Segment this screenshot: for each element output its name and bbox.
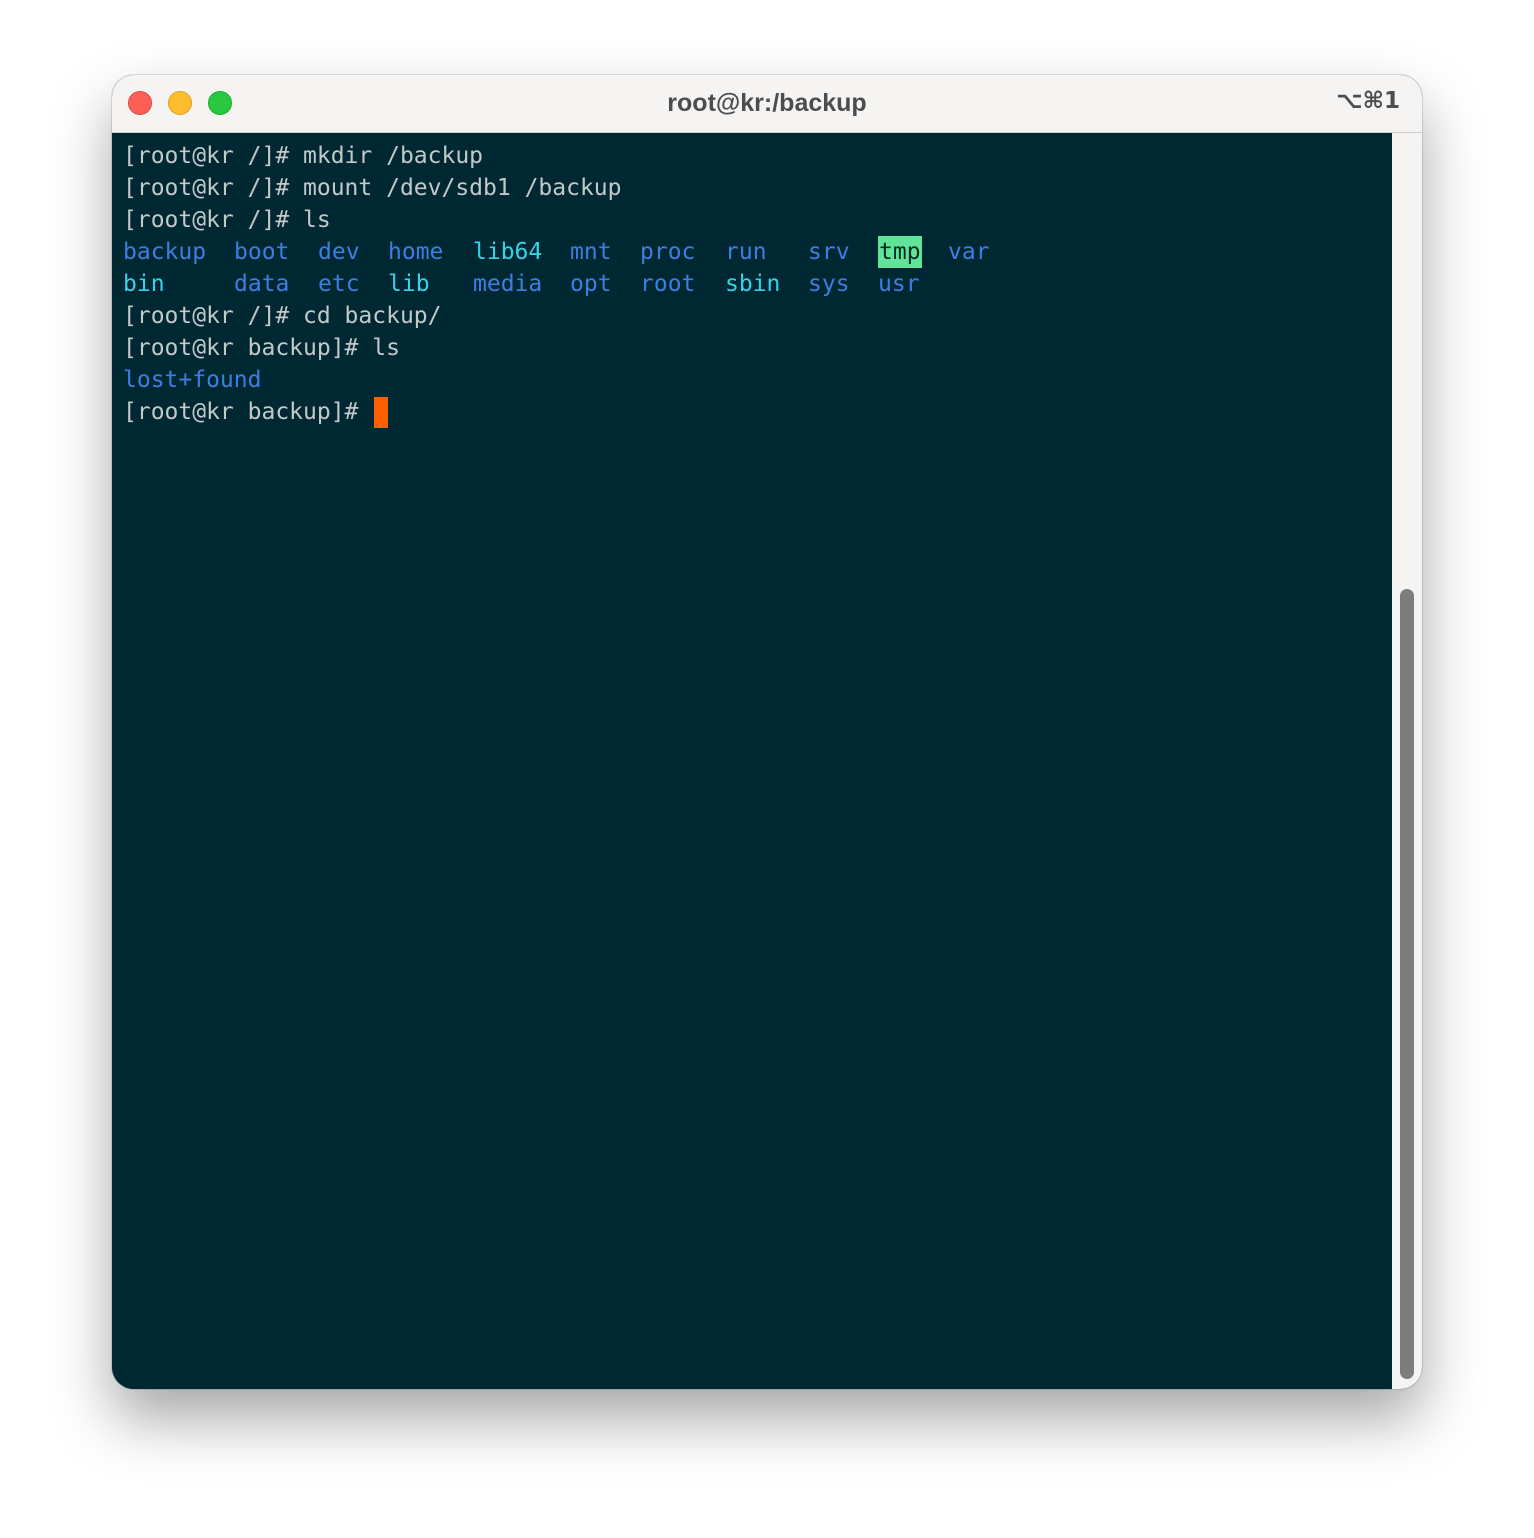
ls-entry: home: [388, 239, 444, 265]
ls-entry: sys: [808, 271, 850, 297]
ls-entry: proc: [640, 239, 696, 265]
terminal-line: [root@kr /]# mount /dev/sdb1 /backup: [123, 175, 622, 201]
title-bar[interactable]: root@kr:/backup ⌥⌘1: [112, 75, 1422, 133]
terminal-line: [root@kr /]# cd backup/: [123, 303, 442, 329]
scrollbar[interactable]: [1392, 133, 1422, 1389]
terminal-line: [root@kr backup]# ls: [123, 335, 400, 361]
ls-entry: lib: [388, 271, 430, 297]
ls-entry: opt: [570, 271, 612, 297]
ls-entry: etc: [318, 271, 360, 297]
window-title: root@kr:/backup: [667, 89, 867, 117]
terminal-line: [root@kr /]# ls: [123, 207, 331, 233]
ls-entry: bin: [123, 271, 165, 297]
terminal-line: [root@kr /]# mkdir /backup: [123, 143, 484, 169]
ls-entry: srv: [808, 239, 850, 265]
terminal-output[interactable]: [root@kr /]# mkdir /backup [root@kr /]# …: [112, 133, 1392, 1389]
terminal-window: root@kr:/backup ⌥⌘1 [root@kr /]# mkdir /…: [112, 75, 1422, 1389]
ls-entry: root: [640, 271, 696, 297]
ls-entry: tmp: [878, 236, 922, 268]
ls-entry: data: [234, 271, 290, 297]
ls-entry: lib64: [473, 239, 543, 265]
ls-entry: mnt: [570, 239, 612, 265]
scrollbar-thumb[interactable]: [1400, 589, 1414, 1379]
ls-entry: media: [473, 271, 543, 297]
ls-entry: dev: [318, 239, 360, 265]
ls-entry: sbin: [725, 271, 781, 297]
ls-entry: usr: [878, 271, 920, 297]
ls-entry: backup: [123, 239, 207, 265]
terminal-prompt: [root@kr backup]#: [123, 399, 373, 425]
window-shortcut: ⌥⌘1: [1336, 88, 1400, 114]
text-cursor: [374, 397, 388, 428]
ls-entry: lost+found: [123, 367, 262, 393]
ls-entry: var: [948, 239, 990, 265]
ls-entry: boot: [234, 239, 290, 265]
ls-entry: run: [725, 239, 767, 265]
